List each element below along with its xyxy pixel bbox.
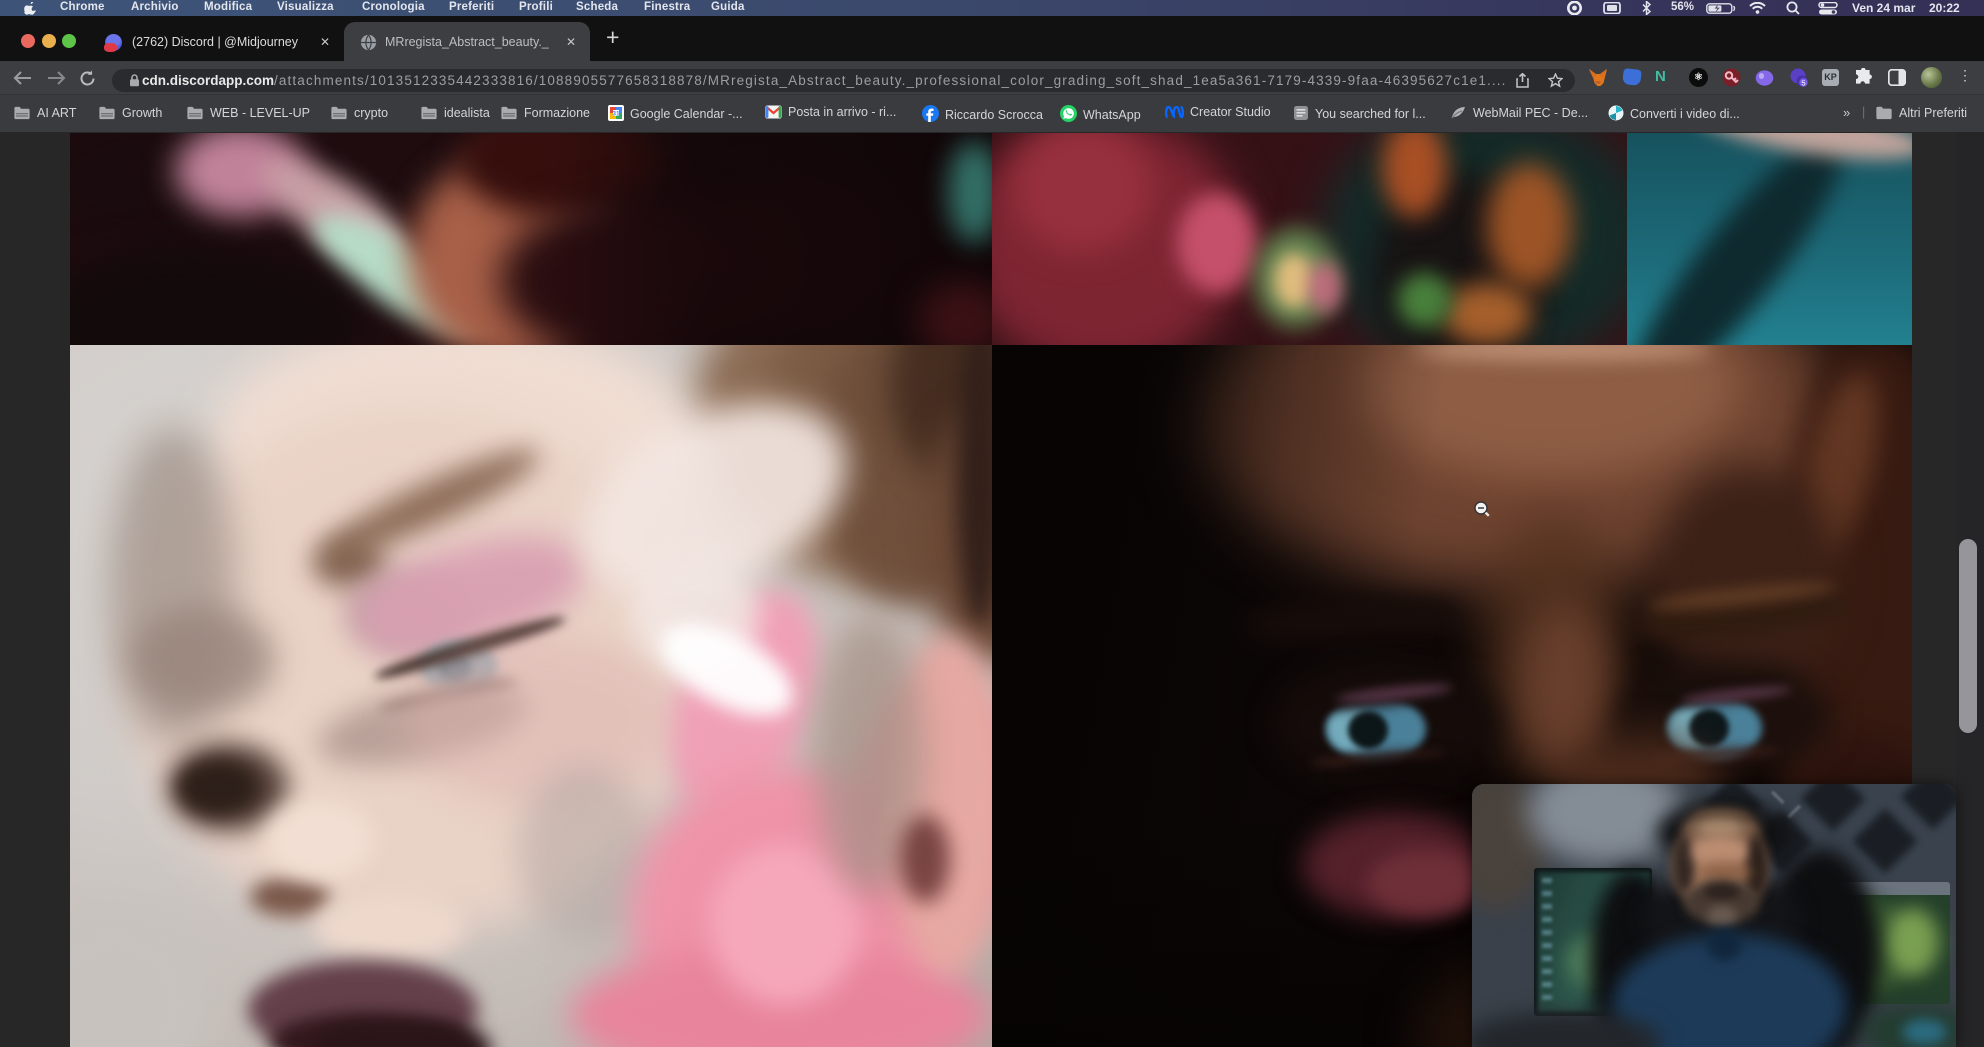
svg-text:31: 31 xyxy=(612,110,620,117)
svg-text:5: 5 xyxy=(1801,79,1805,88)
